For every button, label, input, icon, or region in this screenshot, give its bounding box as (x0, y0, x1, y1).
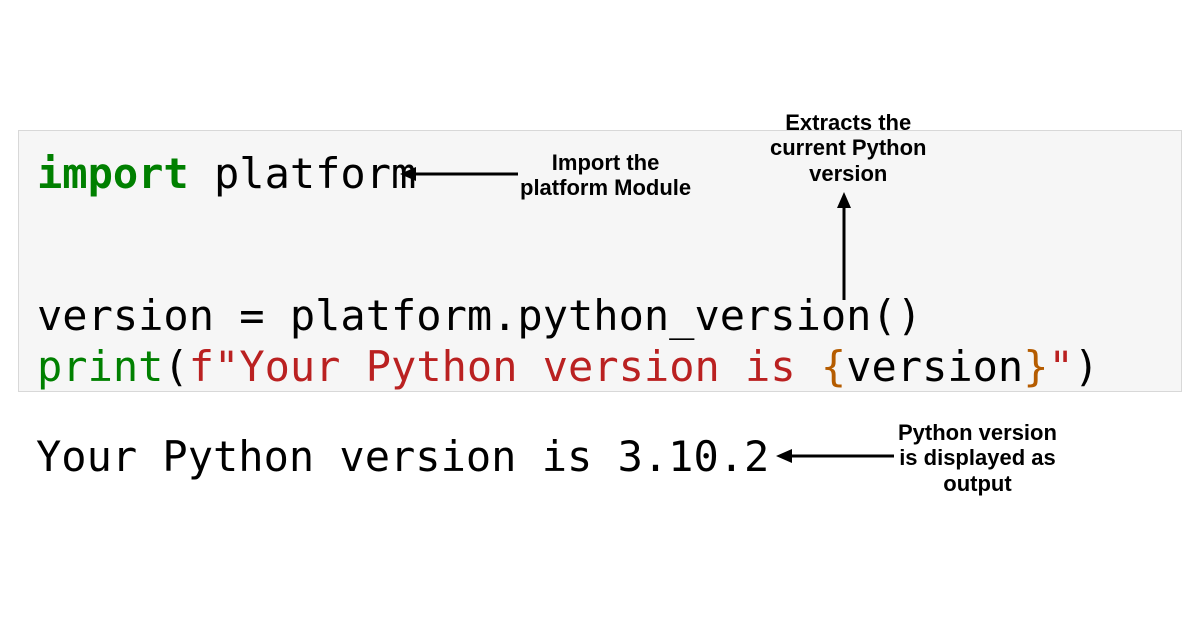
arrow-extract (832, 192, 856, 302)
annotation-output: Python version is displayed as output (898, 420, 1057, 496)
keyword-import: import (37, 149, 189, 198)
code-line-3: version = platform.python_version() (37, 291, 1163, 341)
fstring-body: Your Python version is (239, 342, 821, 391)
arrow-import (400, 164, 520, 184)
quote-open: " (214, 342, 239, 391)
fstring-var: version (846, 342, 1023, 391)
annotation-extract: Extracts the current Python version (770, 110, 926, 186)
module-name: platform (189, 149, 417, 198)
annotation-import: Import the platform Module (520, 150, 691, 201)
fn-print: print (37, 342, 163, 391)
paren-close: ) (1074, 342, 1099, 391)
paren-open: ( (163, 342, 188, 391)
arrow-output (776, 446, 896, 466)
output-line: Your Python version is 3.10.2 (36, 432, 769, 481)
brace-close: } (1023, 342, 1048, 391)
brace-open: { (821, 342, 846, 391)
code-blank-line (37, 199, 1163, 291)
quote-close: " (1049, 342, 1074, 391)
fstring-prefix: f (189, 342, 214, 391)
code-line-4: print(f"Your Python version is {version}… (37, 342, 1163, 392)
